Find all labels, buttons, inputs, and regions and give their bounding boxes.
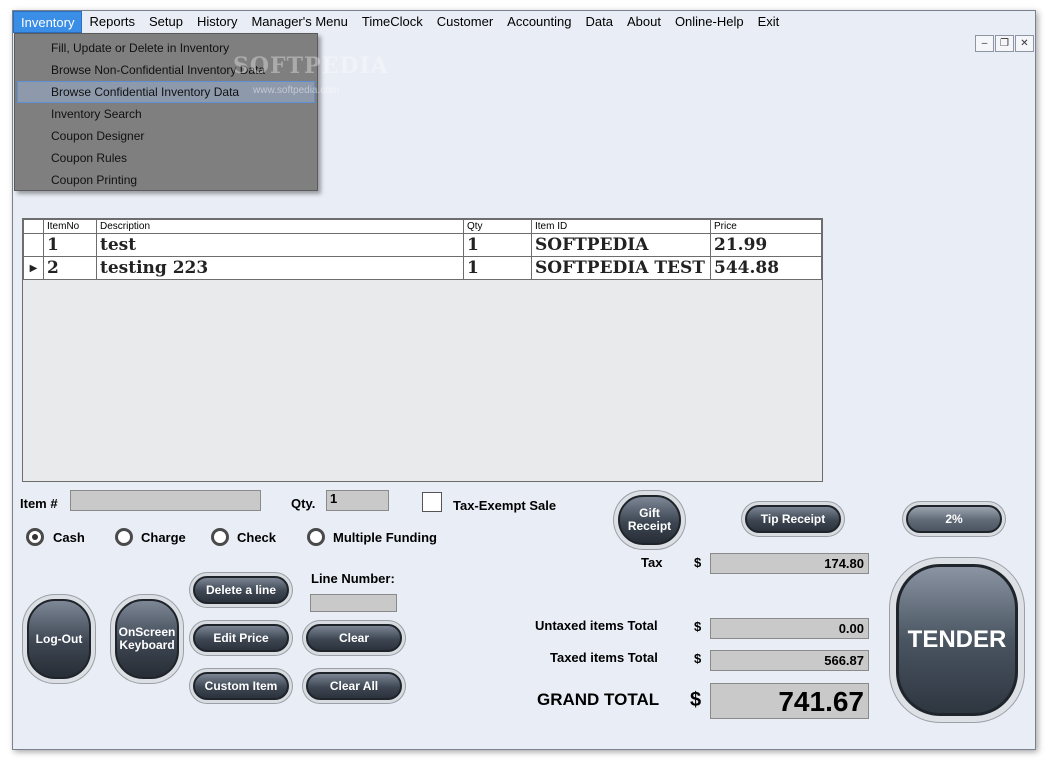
cell-qty[interactable]: 1 <box>463 256 532 280</box>
taxed-total-label: Taxed items Total <box>550 650 658 665</box>
current-row-pointer-icon[interactable]: ▶ <box>23 256 44 280</box>
column-header-price[interactable]: Price <box>710 219 822 234</box>
untaxed-currency-sign: $ <box>694 619 702 634</box>
cell-description[interactable]: testing 223 <box>96 256 464 280</box>
table-row[interactable]: ▶ 2 testing 223 1 SOFTPEDIA TEST 544.88 <box>23 256 822 280</box>
menu-managers-menu[interactable]: Manager's Menu <box>244 11 354 33</box>
restore-icon[interactable]: ❐ <box>995 35 1014 52</box>
clear-button[interactable]: Clear <box>306 624 402 652</box>
column-header-itemno[interactable]: ItemNo <box>43 219 97 234</box>
qty-input[interactable]: 1 <box>326 490 389 511</box>
menu-inventory[interactable]: Inventory <box>13 11 83 33</box>
menu-accounting[interactable]: Accounting <box>500 11 578 33</box>
radio-charge-label: Charge <box>141 530 186 545</box>
menu-history[interactable]: History <box>190 11 244 33</box>
menu-online-help[interactable]: Online-Help <box>668 11 751 33</box>
qty-label: Qty. <box>291 496 316 511</box>
taxed-currency-sign: $ <box>694 651 702 666</box>
column-header-description[interactable]: Description <box>96 219 464 234</box>
delete-line-button[interactable]: Delete a line <box>193 576 289 604</box>
menu-data[interactable]: Data <box>578 11 619 33</box>
cell-price[interactable]: 544.88 <box>710 256 822 280</box>
line-number-label: Line Number: <box>311 571 395 586</box>
menu-reports[interactable]: Reports <box>82 11 142 33</box>
tax-label: Tax <box>641 555 663 570</box>
items-grid[interactable]: ItemNo Description Qty Item ID Price 1 t… <box>22 218 823 482</box>
cell-itemid[interactable]: SOFTPEDIA <box>531 233 711 257</box>
grand-total-value: 741.67 <box>710 683 869 719</box>
cell-itemid[interactable]: SOFTPEDIA TEST <box>531 256 711 280</box>
menu-item-coupon-printing[interactable]: Coupon Printing <box>17 169 315 191</box>
mdi-window-controls: – ❐ ✕ <box>975 35 1034 52</box>
tax-exempt-checkbox[interactable] <box>422 492 442 512</box>
logout-button[interactable]: Log-Out <box>27 599 91 679</box>
line-number-input[interactable] <box>310 594 397 612</box>
onscreen-keyboard-button[interactable]: OnScreen Keyboard <box>115 599 179 679</box>
menu-bar: Inventory Reports Setup History Manager'… <box>13 11 1035 33</box>
tax-exempt-label: Tax-Exempt Sale <box>453 498 557 513</box>
cell-qty[interactable]: 1 <box>463 233 532 257</box>
pos-window: Inventory Reports Setup History Manager'… <box>12 10 1036 750</box>
row-header-corner <box>23 219 44 234</box>
watermark-url: www.softpedia.com <box>253 85 340 96</box>
radio-check[interactable] <box>211 528 229 546</box>
menu-exit[interactable]: Exit <box>751 11 787 33</box>
tax-value: 174.80 <box>710 553 869 574</box>
table-row[interactable]: 1 test 1 SOFTPEDIA 21.99 <box>23 233 822 257</box>
menu-about[interactable]: About <box>620 11 668 33</box>
grand-total-label: GRAND TOTAL <box>537 690 660 709</box>
tax-currency-sign: $ <box>694 555 702 570</box>
menu-item-coupon-rules[interactable]: Coupon Rules <box>17 147 315 169</box>
radio-check-label: Check <box>237 530 277 545</box>
watermark: SOFTPEDIA <box>233 53 389 79</box>
taxed-total-value: 566.87 <box>710 650 869 671</box>
cell-description[interactable]: test <box>96 233 464 257</box>
menu-timeclock[interactable]: TimeClock <box>355 11 430 33</box>
menu-item-inventory-search[interactable]: Inventory Search <box>17 103 315 125</box>
radio-charge[interactable] <box>115 528 133 546</box>
row-selector[interactable] <box>23 233 44 257</box>
grand-currency-sign: $ <box>690 689 702 711</box>
column-header-qty[interactable]: Qty <box>463 219 532 234</box>
tip-receipt-button[interactable]: Tip Receipt <box>745 505 841 533</box>
cell-itemno[interactable]: 2 <box>43 256 97 280</box>
two-percent-button[interactable]: 2% <box>906 505 1002 533</box>
radio-cash[interactable] <box>26 528 44 546</box>
radio-multiple-funding[interactable] <box>307 528 325 546</box>
gift-receipt-button[interactable]: Gift Receipt <box>618 495 681 545</box>
clear-all-button[interactable]: Clear All <box>306 672 402 700</box>
menu-setup[interactable]: Setup <box>142 11 190 33</box>
radio-cash-label: Cash <box>53 530 85 545</box>
minimize-icon[interactable]: – <box>975 35 994 52</box>
cell-price[interactable]: 21.99 <box>710 233 822 257</box>
untaxed-total-value: 0.00 <box>710 618 869 639</box>
cell-itemno[interactable]: 1 <box>43 233 97 257</box>
radio-multiple-funding-label: Multiple Funding <box>333 530 437 545</box>
grid-header-row: ItemNo Description Qty Item ID Price <box>23 219 822 234</box>
item-number-label: Item # <box>20 496 58 511</box>
item-number-input[interactable] <box>70 490 261 511</box>
tender-button[interactable]: TENDER <box>896 564 1018 716</box>
untaxed-total-label: Untaxed items Total <box>535 618 658 633</box>
menu-customer[interactable]: Customer <box>430 11 500 33</box>
column-header-itemid[interactable]: Item ID <box>531 219 711 234</box>
custom-item-button[interactable]: Custom Item <box>193 672 289 700</box>
edit-price-button[interactable]: Edit Price <box>193 624 289 652</box>
menu-item-coupon-designer[interactable]: Coupon Designer <box>17 125 315 147</box>
close-icon[interactable]: ✕ <box>1015 35 1034 52</box>
